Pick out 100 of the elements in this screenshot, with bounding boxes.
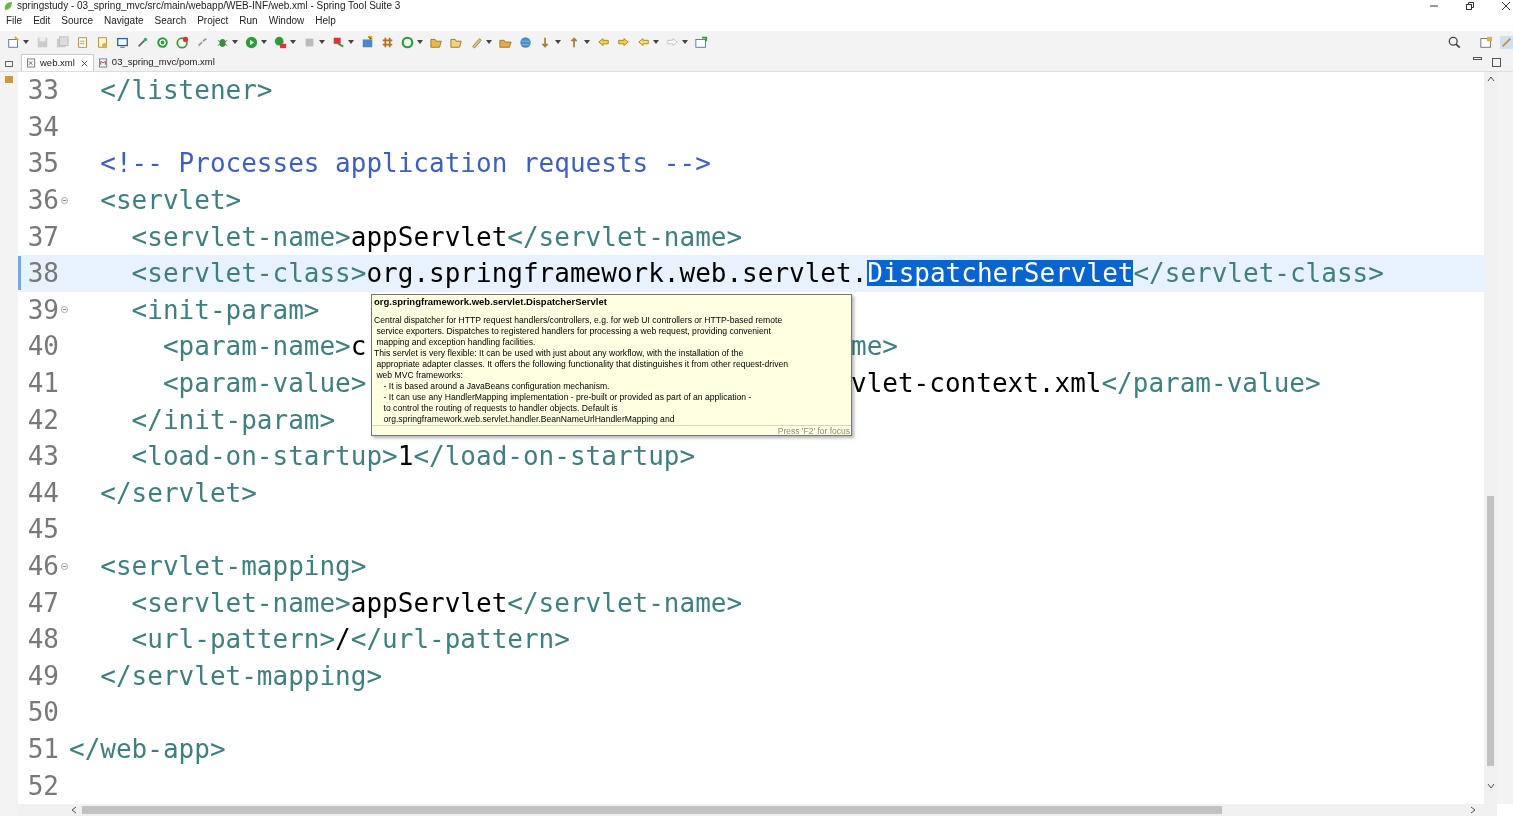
xml-comment: <!-- Processes application requests --> xyxy=(99,150,711,177)
menu-item[interactable]: Help xyxy=(315,15,336,27)
line-number: 39 xyxy=(26,296,59,323)
scroll-right-icon[interactable] xyxy=(1469,806,1477,814)
tooltip-title: org.springframework.web.servlet.DispatcherServlet xyxy=(373,295,608,308)
power-icon[interactable] xyxy=(156,35,169,49)
text-content: / xyxy=(335,626,351,653)
menu-item[interactable]: Navigate xyxy=(104,15,144,27)
tooltip-text: service exporters. Dispatches to registered handlers for processing a web request, providing convenient xyxy=(375,326,771,337)
xml-tag: </url-pattern> xyxy=(350,626,570,653)
dropdown-caret-icon[interactable] xyxy=(682,40,688,44)
line-number: 50 xyxy=(26,699,59,726)
line-number: 44 xyxy=(26,479,59,506)
search-icon[interactable] xyxy=(1448,35,1461,49)
scrollbar-thumb[interactable] xyxy=(1487,496,1494,766)
dropdown-caret-icon[interactable] xyxy=(290,40,296,44)
menu-item[interactable]: File xyxy=(6,15,23,27)
scrollbar-thumb[interactable] xyxy=(82,806,1222,814)
line-number: 48 xyxy=(26,626,59,653)
menu-item[interactable]: Window xyxy=(268,15,305,27)
xml-tag: </servlet-name> xyxy=(507,589,743,616)
xml-tag: </param-value> xyxy=(1101,370,1321,397)
menu-item[interactable]: Run xyxy=(239,15,258,27)
tooltip-text: - It is based around a JavaBeans configuration mechanism. xyxy=(382,381,610,392)
fold-icon[interactable] xyxy=(60,562,68,570)
dropdown-caret-icon[interactable] xyxy=(232,40,238,44)
dropdown-caret-icon[interactable] xyxy=(584,40,590,44)
maven-file-icon xyxy=(98,57,108,68)
line-number: 46 xyxy=(26,553,59,579)
wand-icon[interactable] xyxy=(136,35,149,49)
view-menu-icon[interactable] xyxy=(5,59,13,67)
menu-item[interactable]: Source xyxy=(61,15,94,27)
xml-tag: </servlet-mapping> xyxy=(69,662,383,689)
dropdown-caret-icon[interactable] xyxy=(417,40,423,44)
dropdown-caret-icon[interactable] xyxy=(555,40,561,44)
close-icon[interactable] xyxy=(80,59,88,67)
dropdown-caret-icon[interactable] xyxy=(261,40,267,44)
app-leaf-icon xyxy=(3,1,13,11)
perspective-icon[interactable] xyxy=(1480,35,1493,49)
horizontal-scrollbar[interactable] xyxy=(18,804,1497,816)
xml-tag: </servlet-name> xyxy=(507,223,743,250)
xml-tag: <servlet-class> xyxy=(69,260,367,287)
scroll-down-icon[interactable] xyxy=(1486,782,1495,790)
run-tool-icon[interactable] xyxy=(274,35,287,49)
dropdown-caret-icon[interactable] xyxy=(23,40,29,44)
monitor-icon[interactable] xyxy=(116,35,129,49)
dropdown-caret-icon[interactable] xyxy=(486,40,492,44)
text-content: org.springframework.web.servlet. xyxy=(366,260,868,287)
document-icon[interactable] xyxy=(96,35,109,49)
grid-icon[interactable] xyxy=(381,35,394,49)
tooltip-text: mapping and exception handling facilities. xyxy=(375,337,536,348)
fold-icon[interactable] xyxy=(60,196,68,204)
menu-item[interactable]: Search xyxy=(154,15,187,27)
editor-tab[interactable]: web.xml xyxy=(21,54,94,71)
dropdown-caret-icon[interactable] xyxy=(653,40,659,44)
xml-tag: <servlet-name> xyxy=(69,589,351,616)
right-arrow-icon[interactable] xyxy=(617,35,630,49)
text-content: c xyxy=(350,333,367,360)
menu-item[interactable]: Project xyxy=(197,15,229,27)
tooltip-text: to control the routing of requests to handler objects. Default is xyxy=(382,403,618,414)
tooltip-text: - It can use any HandlerMapping implementation - pre-built or provided as part of an application - xyxy=(382,392,752,403)
line-number: 52 xyxy=(26,772,59,799)
text-content: appServlet xyxy=(350,223,508,250)
fold-icon[interactable] xyxy=(60,306,68,314)
line-number: 42 xyxy=(26,406,59,433)
line-number: 47 xyxy=(26,589,59,616)
xml-tag: <param-value> xyxy=(69,370,367,397)
close-icon[interactable] xyxy=(1501,1,1511,11)
tooltip-text: web MVC frameworks: xyxy=(375,370,463,381)
globe-icon[interactable] xyxy=(519,35,532,49)
menu-item[interactable]: Edit xyxy=(33,15,51,27)
scroll-left-icon[interactable] xyxy=(70,806,78,814)
document-icon[interactable] xyxy=(76,35,89,49)
xml-tag: </load-on-startup> xyxy=(413,443,696,470)
xml-tag: </web-app> xyxy=(69,736,226,762)
text-content: vlet-context.xml xyxy=(851,370,1102,397)
left-arrow-icon[interactable] xyxy=(597,35,610,49)
line-number: 49 xyxy=(26,662,59,689)
line-number: 45 xyxy=(26,516,59,543)
folder-icon[interactable] xyxy=(361,35,374,49)
scroll-up-icon[interactable] xyxy=(1486,75,1495,83)
xml-tag: <param-name> xyxy=(69,333,351,360)
text-content: appServlet xyxy=(350,589,508,616)
xml-tag: <servlet-mapping> xyxy=(69,553,367,579)
restore-icon[interactable] xyxy=(1465,1,1475,11)
dropdown-caret-icon[interactable] xyxy=(348,40,354,44)
focus-hint: Press 'F2' for focus xyxy=(777,426,850,437)
new-document-icon[interactable] xyxy=(7,35,20,49)
line-number: 36 xyxy=(26,187,59,214)
xml-tag: </listener> xyxy=(69,77,273,104)
dropdown-caret-icon[interactable] xyxy=(319,40,325,44)
xml-tag: </servlet> xyxy=(69,479,257,506)
xml-tag: <servlet> xyxy=(69,187,242,214)
tooltip-text: appropriate adapter classes. It offers the following functionality that distinguishes it from other request-driven xyxy=(375,359,788,370)
refresh-icon[interactable] xyxy=(176,35,189,49)
xml-tag: <load-on-startup> xyxy=(69,443,398,470)
maximize-icon[interactable] xyxy=(1492,58,1501,67)
line-number: 37 xyxy=(26,223,59,250)
window-icon[interactable] xyxy=(695,35,708,49)
xml-tag: </init-param> xyxy=(69,406,336,433)
